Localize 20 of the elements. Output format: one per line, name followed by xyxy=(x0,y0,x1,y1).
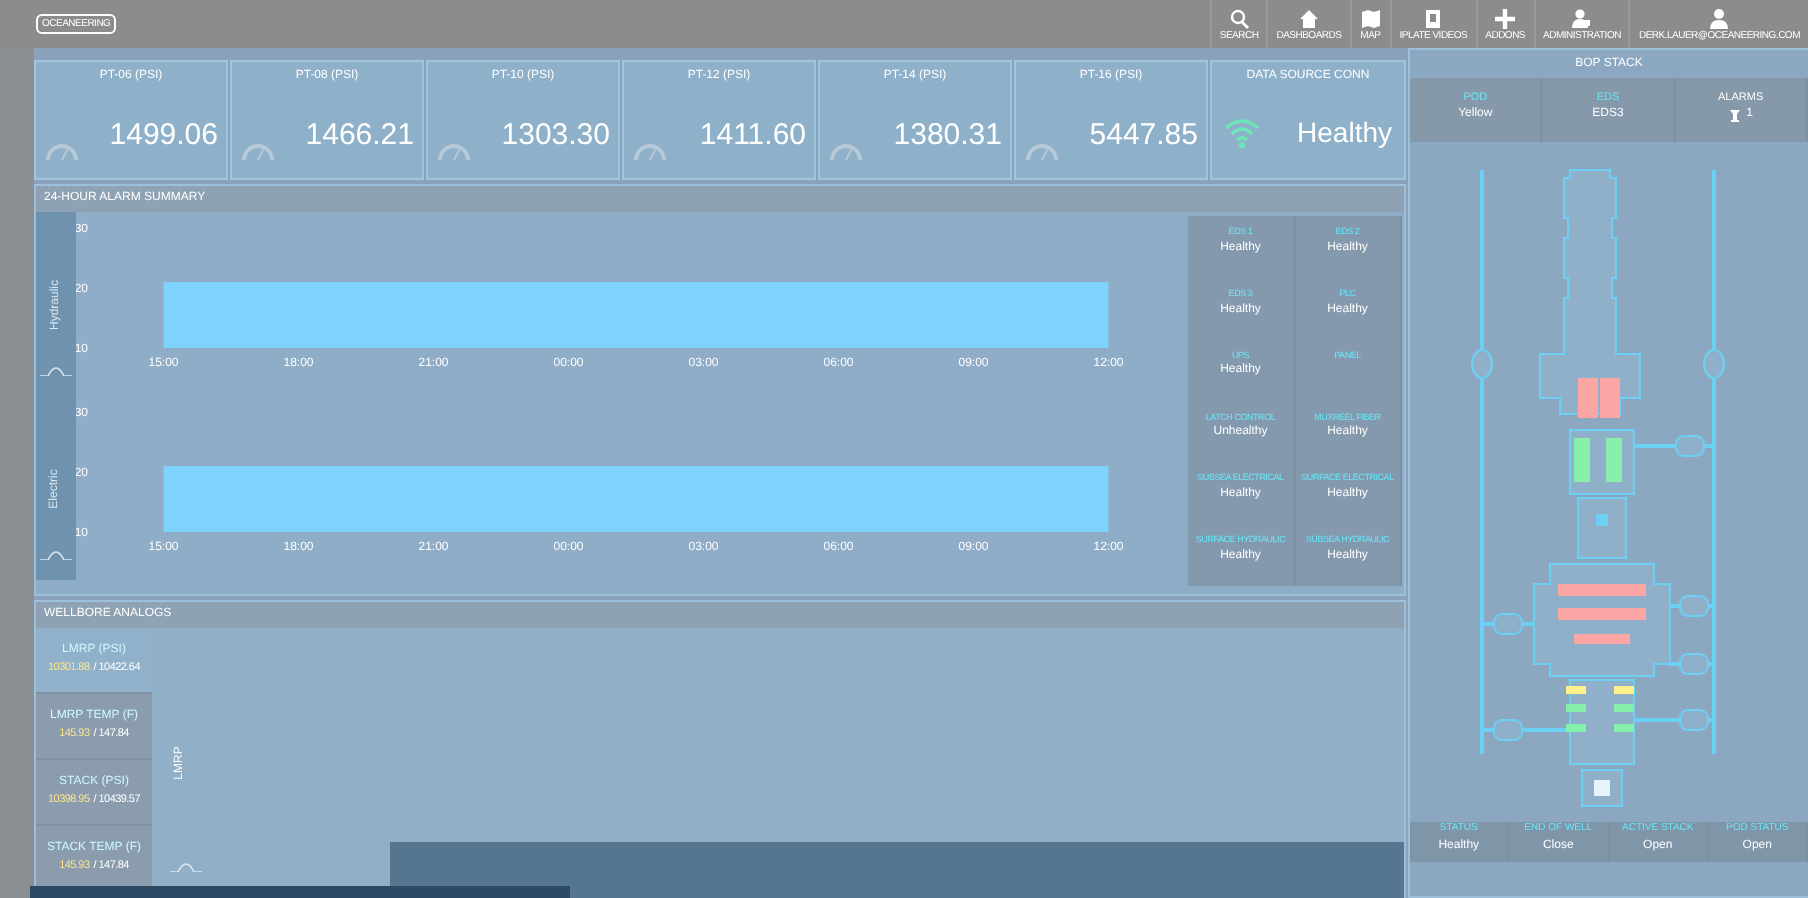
alarm-icon xyxy=(1728,108,1743,123)
search-icon xyxy=(1228,7,1251,29)
home-icon xyxy=(1297,7,1320,29)
plus-icon xyxy=(1494,7,1517,29)
chart-toggle-icon[interactable] xyxy=(40,548,72,560)
chart-toggle-icon[interactable] xyxy=(40,364,72,376)
scrollbar[interactable] xyxy=(30,886,570,898)
gauge-value: 1380.31 xyxy=(893,120,1002,150)
person-icon xyxy=(1570,7,1593,29)
gauge-value: 1411.60 xyxy=(699,120,806,150)
gauge-value: 1499.06 xyxy=(109,120,218,150)
gauge-value: 5447.85 xyxy=(1089,120,1198,150)
gauge-value: 1303.30 xyxy=(501,120,610,150)
status-value: Healthy xyxy=(1297,113,1392,152)
map-icon xyxy=(1359,7,1382,29)
chart-toggle-icon[interactable] xyxy=(170,860,202,872)
gauge-value: 1466.21 xyxy=(305,120,414,150)
wifi-icon xyxy=(1224,117,1260,147)
film-icon xyxy=(1422,7,1445,29)
person-icon xyxy=(1708,7,1731,29)
